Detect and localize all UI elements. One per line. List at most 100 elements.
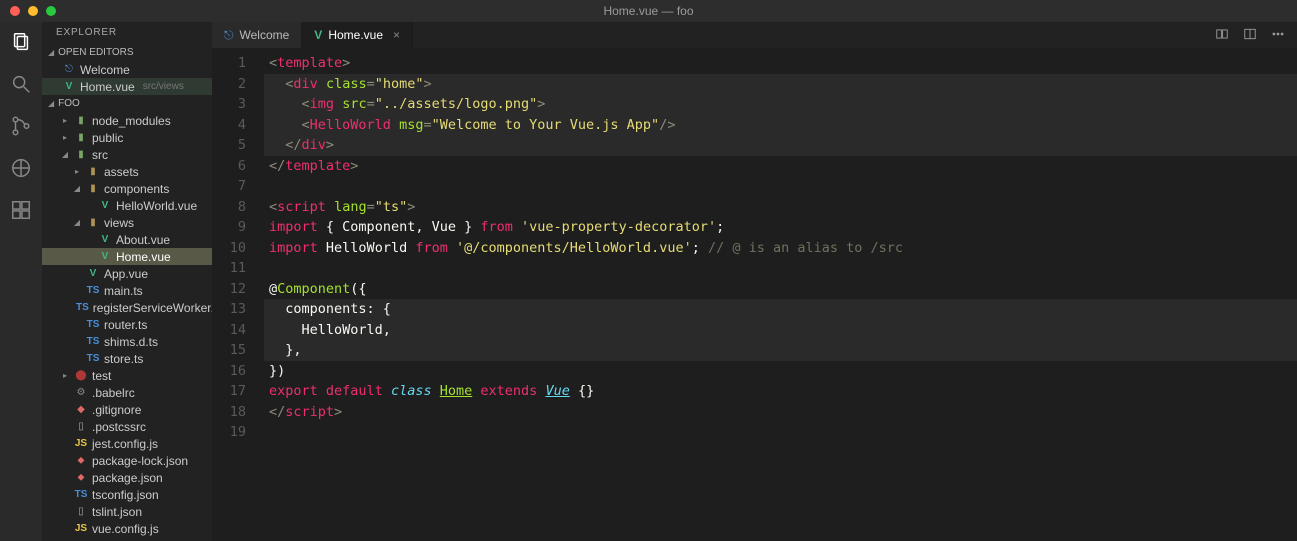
tree-folder[interactable]: ◢▮src: [42, 146, 212, 163]
tree-label: registerServiceWorker.ts: [93, 301, 223, 315]
tree-label: components: [104, 182, 169, 196]
more-icon[interactable]: [1271, 27, 1285, 44]
code-line[interactable]: </div>: [264, 135, 1297, 156]
ts-icon: TS: [86, 335, 100, 349]
tree-label: main.ts: [104, 284, 143, 298]
ts-icon: TS: [76, 301, 89, 315]
line-number: 14: [212, 320, 246, 341]
editor-tab[interactable]: VHome.vue×: [302, 22, 413, 48]
home-icon: ⎋: [62, 63, 76, 77]
line-number: 16: [212, 361, 246, 382]
folder-icon: ▮: [74, 114, 88, 128]
vue-icon: V: [98, 199, 112, 213]
line-number: 3: [212, 94, 246, 115]
code-line[interactable]: @Component({: [264, 279, 1297, 300]
code-line[interactable]: import { Component, Vue } from 'vue-prop…: [264, 217, 1297, 238]
code-line[interactable]: <img src="../assets/logo.png">: [264, 94, 1297, 115]
open-editor-item[interactable]: ⎋Welcome: [42, 61, 212, 78]
tree-file[interactable]: ⚙.babelrc: [42, 384, 212, 401]
code-line[interactable]: <div class="home">: [264, 74, 1297, 95]
tree-file[interactable]: TSmain.ts: [42, 282, 212, 299]
editor-area: ⎋WelcomeVHome.vue× 123456789101112131415…: [212, 22, 1297, 541]
tree-label: About.vue: [116, 233, 170, 247]
line-number: 11: [212, 258, 246, 279]
tree-label: tsconfig.json: [92, 488, 159, 502]
line-number: 15: [212, 340, 246, 361]
tree-folder[interactable]: ◢▮views: [42, 214, 212, 231]
home-icon: ⎋: [224, 28, 234, 43]
tree-file[interactable]: TS tsconfig.json: [42, 486, 212, 503]
folder2-icon: ▮: [86, 165, 100, 179]
project-header[interactable]: ◢ FOO: [42, 95, 212, 112]
extensions-icon[interactable]: [9, 198, 33, 222]
editor-tab[interactable]: ⎋Welcome: [212, 22, 302, 48]
explorer-icon[interactable]: [9, 30, 33, 54]
twistie-icon: ▸: [60, 371, 70, 380]
tree-label: package.json: [92, 471, 163, 485]
tree-label: src: [92, 148, 108, 162]
line-number: 13: [212, 299, 246, 320]
tree-file[interactable]: VApp.vue: [42, 265, 212, 282]
twistie-icon: ▸: [72, 167, 82, 176]
tree-folder[interactable]: ▸ ▮ node_modules: [42, 112, 212, 129]
line-number: 18: [212, 402, 246, 423]
close-tab-icon[interactable]: ×: [393, 28, 400, 42]
tree-file[interactable]: ⬥package.json: [42, 469, 212, 486]
line-number: 17: [212, 381, 246, 402]
tree-file[interactable]: VHelloWorld.vue: [42, 197, 212, 214]
tree-file[interactable]: VHome.vue: [42, 248, 212, 265]
code-line[interactable]: }): [264, 361, 1297, 382]
tree-file[interactable]: ⬥package-lock.json: [42, 452, 212, 469]
code-line[interactable]: [264, 258, 1297, 279]
code-editor[interactable]: 12345678910111213141516171819 <template>…: [212, 48, 1297, 541]
git-icon: ◆: [74, 403, 88, 417]
code-line[interactable]: export default class Home extends Vue {}: [264, 381, 1297, 402]
code-line[interactable]: import HelloWorld from '@/components/Hel…: [264, 238, 1297, 259]
folder2-icon: ▮: [86, 182, 100, 196]
code-line[interactable]: <HelloWorld msg="Welcome to Your Vue.js …: [264, 115, 1297, 136]
tree-folder[interactable]: ▸▮assets: [42, 163, 212, 180]
code-content[interactable]: <template> <div class="home"> <img src="…: [264, 48, 1297, 541]
code-line[interactable]: </script>: [264, 402, 1297, 423]
open-editor-item[interactable]: VHome.vuesrc/views: [42, 78, 212, 95]
compare-icon[interactable]: [1215, 27, 1229, 44]
tree-file[interactable]: JSvue.config.js: [42, 520, 212, 537]
folder2-icon: ▮: [86, 216, 100, 230]
tree-file[interactable]: ◆.gitignore: [42, 401, 212, 418]
tree-file[interactable]: TSstore.ts: [42, 350, 212, 367]
vue-icon: V: [86, 267, 100, 281]
vue-icon: V: [98, 250, 112, 264]
code-line[interactable]: components: {: [264, 299, 1297, 320]
code-line[interactable]: },: [264, 340, 1297, 361]
tree-label: jest.config.js: [92, 437, 158, 451]
code-line[interactable]: HelloWorld,: [264, 320, 1297, 341]
code-line[interactable]: <template>: [264, 53, 1297, 74]
split-editor-icon[interactable]: [1243, 27, 1257, 44]
tree-folder[interactable]: ▸▮public: [42, 129, 212, 146]
tree-label: test: [92, 369, 111, 383]
tree-file[interactable]: VAbout.vue: [42, 231, 212, 248]
code-line[interactable]: [264, 176, 1297, 197]
tree-file[interactable]: ▯.postcssrc: [42, 418, 212, 435]
code-line[interactable]: </template>: [264, 156, 1297, 177]
open-editor-path: src/views: [143, 81, 184, 92]
debug-icon[interactable]: [9, 156, 33, 180]
json-icon: ⬥: [74, 454, 88, 468]
ts-icon: TS: [86, 352, 100, 366]
code-line[interactable]: <script lang="ts">: [264, 197, 1297, 218]
tree-file[interactable]: TSregisterServiceWorker.ts: [42, 299, 212, 316]
tree-label: node_modules: [92, 114, 171, 128]
code-line[interactable]: [264, 422, 1297, 443]
source-control-icon[interactable]: [9, 114, 33, 138]
tree-file[interactable]: JSjest.config.js: [42, 435, 212, 452]
tree-file[interactable]: TSshims.d.ts: [42, 333, 212, 350]
twistie-icon: ▸: [60, 116, 70, 125]
tree-folder[interactable]: ▸⬤test: [42, 367, 212, 384]
search-icon[interactable]: [9, 72, 33, 96]
tree-file[interactable]: TSrouter.ts: [42, 316, 212, 333]
ts-icon: TS: [74, 488, 88, 502]
sidebar-title: EXPLORER: [42, 22, 212, 44]
open-editors-header[interactable]: ◢ OPEN EDITORS: [42, 44, 212, 61]
tree-folder[interactable]: ◢▮components: [42, 180, 212, 197]
tree-file[interactable]: ▯tslint.json: [42, 503, 212, 520]
